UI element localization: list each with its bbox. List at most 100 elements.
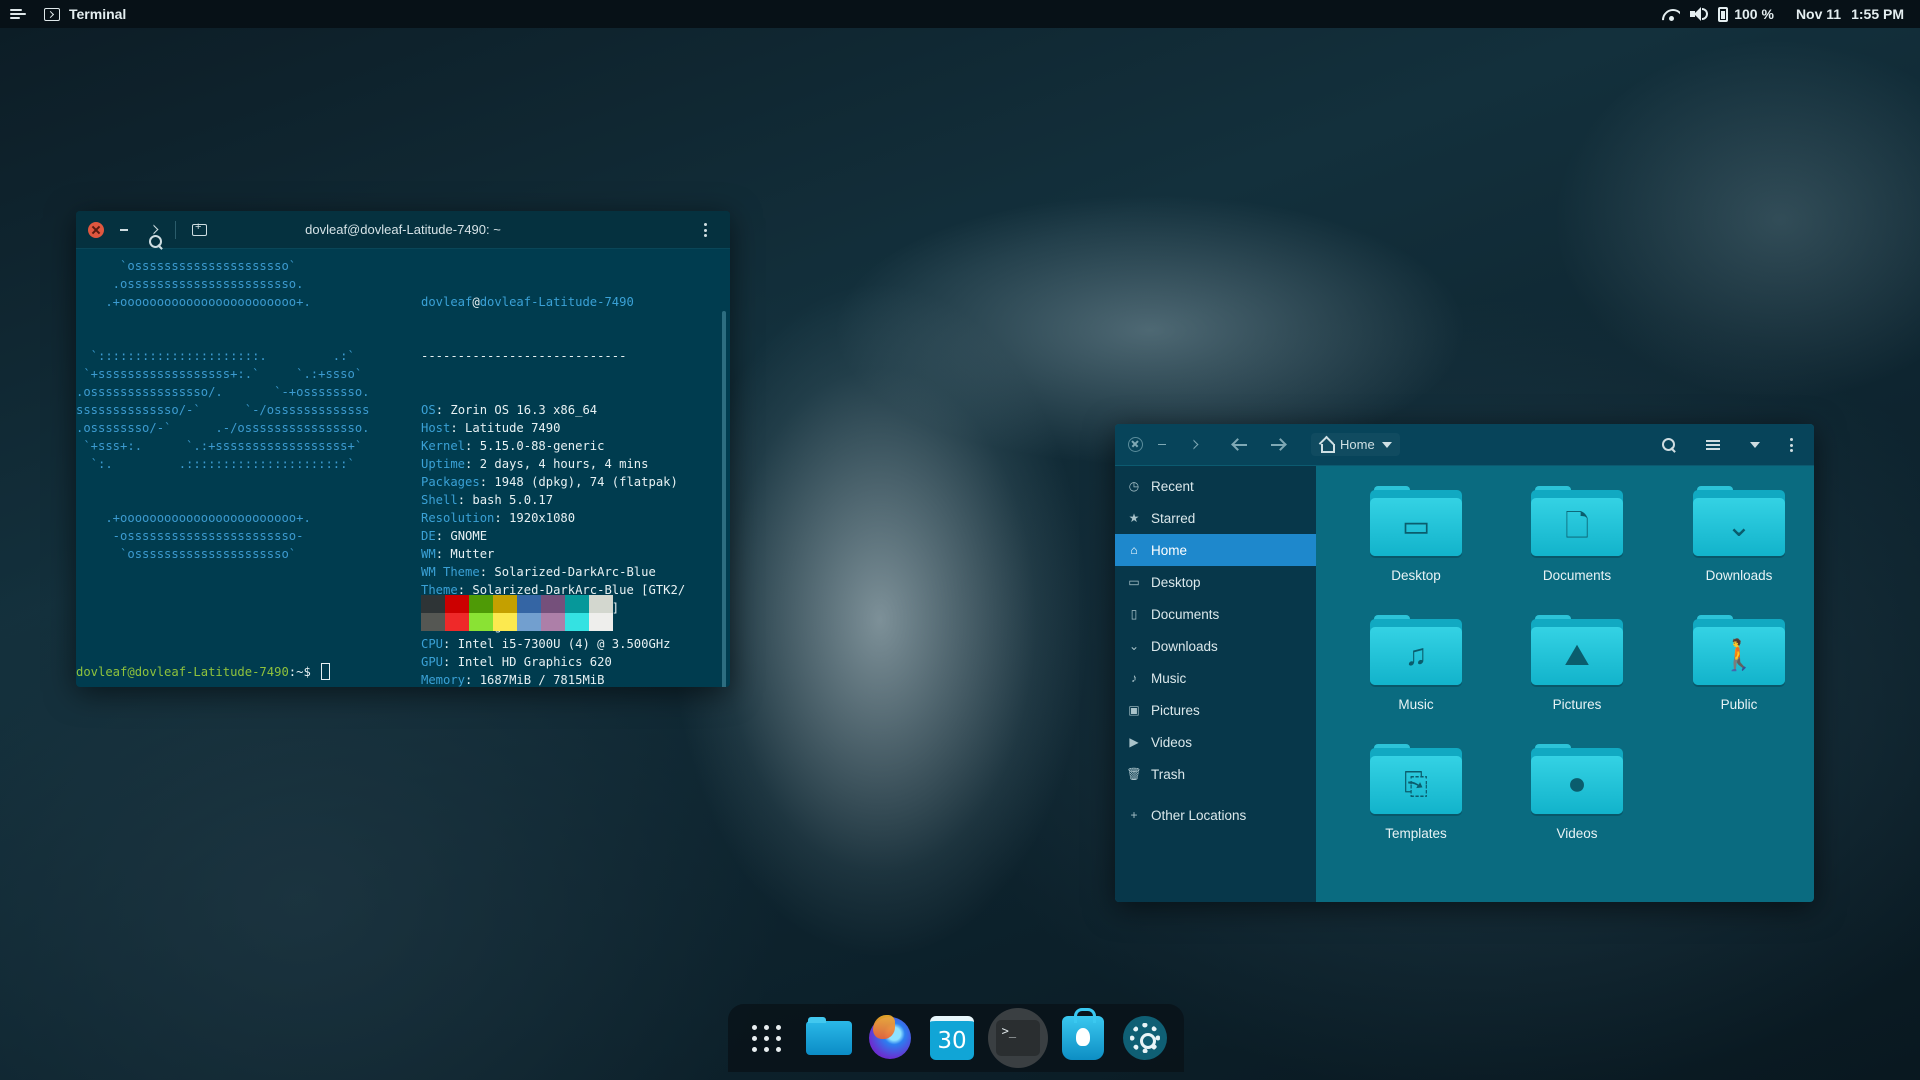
sidebar-item-videos[interactable]: ▶ Videos (1115, 726, 1316, 758)
palette-swatch (589, 613, 613, 631)
calendar-launcher[interactable]: 30 (926, 1012, 978, 1064)
info-key: Uptime (421, 457, 466, 471)
battery-percent[interactable]: 100 % (1734, 6, 1774, 22)
clock-date[interactable]: Nov 11 (1796, 6, 1841, 22)
folder-label: Desktop (1391, 568, 1441, 583)
palette-swatch (469, 613, 493, 631)
close-button[interactable] (1128, 437, 1143, 452)
search-icon[interactable] (149, 234, 163, 249)
sidebar-item-downloads[interactable]: ⌄ Downloads (1115, 630, 1316, 662)
sidebar-item-home[interactable]: ⌂ Home (1115, 534, 1316, 566)
info-key: Kernel (421, 439, 466, 453)
show-apps-button[interactable] (741, 1012, 793, 1064)
folder-public[interactable]: 🚶 Public (1679, 615, 1799, 712)
settings-launcher[interactable] (1119, 1012, 1171, 1064)
kebab-menu-icon[interactable] (704, 223, 708, 237)
shell-prompt[interactable]: dovleaf@dovleaf-Latitude-7490:~$ (76, 663, 331, 681)
path-bar-home[interactable]: Home (1311, 433, 1400, 456)
info-key: Shell (421, 493, 458, 507)
info-user: dovleaf (421, 295, 473, 309)
info-value: 5.15.0-88-generic (479, 439, 605, 453)
terminal-launcher[interactable]: >_ (987, 1008, 1048, 1068)
folder-glyph-icon: 🚶 (1693, 627, 1785, 685)
palette-swatch (421, 613, 445, 631)
palette-swatch (565, 613, 589, 631)
dock: 30 >_ (728, 1004, 1184, 1072)
clock-time[interactable]: 1:55 PM (1851, 6, 1904, 22)
folder-downloads[interactable]: ⌄ Downloads (1679, 486, 1799, 583)
terminal-titlebar[interactable]: dovleaf@dovleaf-Latitude-7490: ~ (76, 211, 730, 249)
palette-swatch (445, 595, 469, 613)
forward-arrow-icon[interactable] (1271, 443, 1285, 446)
info-key: Host (421, 421, 451, 435)
terminal-icon: >_ (995, 1020, 1040, 1056)
list-view-icon[interactable] (1706, 440, 1720, 450)
info-at: @ (472, 295, 480, 309)
folder-templates[interactable]: ⎘ Templates (1356, 744, 1476, 841)
folder-pictures[interactable]: ⛰ Pictures (1517, 615, 1637, 712)
text-cursor (321, 663, 331, 680)
kebab-menu-icon[interactable] (1790, 438, 1794, 452)
files-window[interactable]: Home ◷ Recent ★ Starred ⌂ Home ▭ Desktop ▯ Docume… (1115, 424, 1814, 902)
sidebar-item-label: Music (1151, 670, 1187, 686)
settings-gear-icon (1123, 1016, 1168, 1060)
software-store-launcher[interactable] (1057, 1008, 1109, 1064)
info-line: Packages: 1948 (dpkg), 74 (flatpak) (421, 475, 678, 489)
files-launcher[interactable] (803, 1012, 855, 1064)
plus-icon: + (1130, 808, 1138, 822)
sidebar-item-label: Downloads (1151, 638, 1218, 654)
sidebar-item-desktop[interactable]: ▭ Desktop (1115, 566, 1316, 598)
folder-videos[interactable]: ⏺ Videos (1517, 744, 1637, 841)
folder-documents[interactable]: 🗋 Documents (1517, 486, 1637, 583)
folder-glyph-icon: ⌄ (1693, 498, 1785, 556)
search-icon[interactable] (1662, 438, 1676, 452)
close-button[interactable] (88, 221, 104, 238)
info-value: 2 days, 4 hours, 4 mins (479, 457, 649, 471)
volume-icon[interactable] (1690, 7, 1709, 21)
sidebar-item-label: Desktop (1151, 574, 1201, 590)
folder-glyph-icon: ⎘ (1370, 756, 1462, 814)
battery-icon[interactable] (1718, 6, 1729, 22)
sidebar-item-label: Documents (1151, 606, 1220, 622)
palette-swatch (517, 613, 541, 631)
sidebar-item-documents[interactable]: ▯ Documents (1115, 598, 1316, 630)
path-label: Home (1340, 437, 1375, 452)
new-tab-icon[interactable] (192, 221, 207, 236)
minimize-button[interactable] (120, 228, 128, 231)
sidebar-item-label: Trash (1151, 766, 1186, 782)
info-value: Intel i5-7300U (4) @ 3.500GHz (457, 637, 671, 651)
sidebar-item-recent[interactable]: ◷ Recent (1115, 470, 1316, 502)
sidebar-item-starred[interactable]: ★ Starred (1115, 502, 1316, 534)
view-options-chevron-icon[interactable] (1750, 442, 1760, 448)
apps-grid-icon (751, 1024, 782, 1052)
sidebar-item-other-locations[interactable]: + Other Locations (1115, 799, 1316, 831)
active-app-title[interactable]: Terminal (69, 6, 126, 22)
system-tray[interactable]: 100 % Nov 11 1:55 PM (1662, 6, 1904, 22)
maximize-button[interactable] (148, 224, 159, 235)
info-line: GPU: Intel HD Graphics 620 (421, 655, 612, 669)
folder-music[interactable]: ♫ Music (1356, 615, 1476, 712)
sidebar-item-pictures[interactable]: ▣ Pictures (1115, 694, 1316, 726)
picture-icon: ▣ (1128, 703, 1140, 717)
scrollbar[interactable] (722, 311, 726, 687)
info-value: 1687MiB / 7815MiB (479, 673, 605, 687)
palette-swatch (493, 613, 517, 631)
maximize-button[interactable] (1188, 439, 1199, 450)
minimize-button[interactable] (1158, 443, 1166, 446)
folder-glyph-icon: 🗋 (1531, 498, 1623, 556)
terminal-window[interactable]: dovleaf@dovleaf-Latitude-7490: ~ `osssss… (76, 211, 730, 687)
wifi-icon[interactable] (1662, 7, 1680, 21)
activities-menu-icon[interactable] (10, 8, 26, 20)
browser-launcher[interactable] (864, 1012, 916, 1064)
info-key: Resolution (421, 511, 495, 525)
video-icon: ▶ (1129, 735, 1139, 749)
sidebar-item-trash[interactable]: 🗑 Trash (1115, 758, 1316, 790)
terminal-app-icon[interactable] (44, 7, 60, 21)
back-arrow-icon[interactable] (1233, 443, 1247, 446)
palette-swatch (421, 595, 445, 613)
info-key: OS (421, 403, 436, 417)
files-headerbar[interactable]: Home (1115, 424, 1814, 466)
folder-desktop[interactable]: ▭ Desktop (1356, 486, 1476, 583)
sidebar-item-music[interactable]: ♪ Music (1115, 662, 1316, 694)
